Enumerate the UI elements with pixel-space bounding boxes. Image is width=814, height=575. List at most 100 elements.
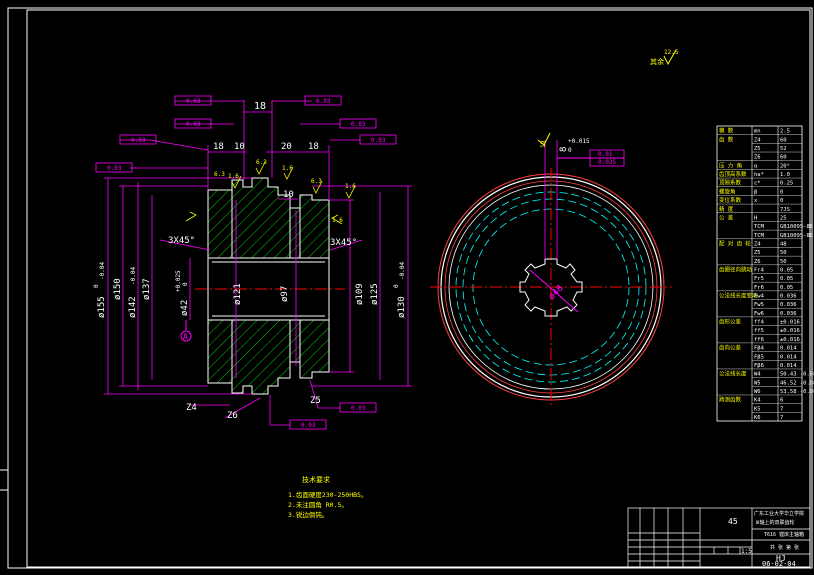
spec-name: 齿顶高系数 [719, 170, 747, 178]
spec-name: 跨测齿数 [719, 396, 742, 404]
dim-d97: ø97 [280, 286, 290, 302]
spec-name: 模 数 [719, 127, 734, 135]
dim-d121: ø121 [233, 283, 243, 305]
spec-name: 变位系数 [719, 196, 742, 204]
spec-name: 齿 数 [719, 135, 734, 143]
spec-name: 齿形公差 [719, 318, 742, 326]
tech-req-line3: 3.锐边倒钝。 [288, 510, 328, 519]
spec-value: 1.0 [780, 172, 790, 178]
chamfer-right: 3X45° [330, 238, 357, 248]
dim-d130-tol: 0 [393, 284, 400, 288]
spec-name: 公 差 [719, 213, 734, 221]
dim-d42: ø42 [180, 300, 190, 316]
spec-value: 60 [780, 155, 787, 161]
spec-value: 60 [780, 137, 787, 143]
spec-value: 20° [780, 163, 790, 169]
spec-symbol: ha* [754, 172, 764, 178]
runout-2: 0.025 [598, 159, 616, 166]
spec-value: 7 [780, 406, 783, 412]
chamfer-left: 3X45° [168, 236, 195, 246]
spec-value: ±0.016 [780, 320, 800, 326]
spec-symbol: K5 [754, 406, 761, 412]
spec-symbol: W6 [754, 389, 761, 395]
dim-text-18: 18 [213, 142, 224, 152]
roughness-symbol [185, 211, 197, 222]
dim-d130: ø130 [397, 296, 407, 318]
gdt-value: 0.03 [107, 165, 122, 172]
spec-name: 配 对 齿 轮 [719, 239, 751, 247]
gdt-value: 0.03 [351, 405, 366, 412]
spec-value: 0.036 [780, 311, 797, 317]
spec-value: 0.014 [780, 346, 797, 352]
spec-value: 50.43 -0.08 [780, 372, 814, 378]
roughness-value: 1.6 [332, 217, 343, 224]
spec-value: 0.25 [780, 181, 793, 187]
spec-symbol: Z4 [754, 137, 761, 143]
spec-name: 公法线长度变动 [719, 292, 758, 300]
spec-value: ±0.016 [780, 337, 800, 343]
dim-text-18: 18 [308, 142, 319, 152]
tb-sheet: 共 张 第 张 [770, 544, 799, 551]
spec-value: 52 [780, 146, 787, 152]
spec-symbol: H [754, 215, 757, 221]
spec-value: GB10095-88 [780, 233, 813, 239]
spec-value: 0.05 [780, 268, 793, 274]
spec-symbol: K6 [754, 415, 761, 421]
outer-frame [7, 7, 813, 569]
spec-name: 齿圈径向跳动 [719, 266, 753, 274]
spec-symbol: Fw4 [754, 294, 765, 300]
spec-symbol: β [754, 189, 758, 195]
roughness-value: 6.3 [256, 159, 267, 166]
spec-value: 0 [780, 189, 783, 195]
dim-d42-tol: +0.025 [175, 270, 182, 292]
spec-symbol: Z6 [754, 259, 761, 265]
spec-name: 精 度 [719, 205, 734, 213]
spec-value: 6 [780, 398, 783, 404]
spec-name: 公法线长度 [719, 370, 747, 378]
dim-d155-tol2: -0.04 [99, 262, 106, 280]
tech-req-line2: 2.未注圆角 R0.5。 [288, 500, 348, 509]
tb-school: 广东工业大学华立学院 [754, 510, 804, 517]
dim-d142-tol: -0.04 [130, 267, 137, 285]
gdt-value: 0.03 [351, 121, 366, 128]
spec-value: 0.014 [780, 363, 797, 369]
section-hatch-upper [207, 177, 330, 259]
dim-d137: ø137 [142, 278, 152, 300]
spec-value: 0.036 [780, 294, 797, 300]
spec-symbol: Z4 [754, 241, 761, 247]
spec-symbol: Fw5 [754, 302, 764, 308]
spec-symbol: K4 [754, 398, 761, 404]
spec-symbol: Z6 [754, 155, 761, 161]
gdt-value: 0.03 [186, 121, 201, 128]
spec-symbol: c* [754, 181, 761, 187]
dim-text-18: 18 [254, 101, 266, 112]
leader-line [149, 139, 209, 151]
drawing-svg: 其余 12.5 0.03 0.03 0.03 0.03 0.03 0.03 0.… [0, 7, 814, 569]
spec-symbol: Z5 [754, 146, 761, 152]
roughness-value: 1.6 [282, 165, 293, 172]
spec-value: 48 [780, 241, 787, 247]
spec-symbol: ff4 [754, 320, 765, 326]
runout-1: 0.01 [598, 151, 613, 158]
tech-req-line1: 1.齿面硬度230-250HBS。 [288, 490, 367, 499]
spec-name: 螺旋角 [719, 187, 736, 195]
label-z6: Z6 [227, 411, 238, 421]
spec-value: 50 [780, 259, 787, 265]
tb-material: 45 [728, 517, 738, 526]
spec-symbol: Fr4 [754, 268, 765, 274]
general-roughness-value: 12.5 [664, 49, 679, 56]
spec-value: 2.5 [780, 129, 790, 135]
spec-value: 0.05 [780, 285, 793, 291]
dim-text-10: 10 [234, 142, 245, 152]
spec-value: 46.52 -0.08 [780, 380, 814, 386]
spec-value: GB10095-88 [780, 224, 813, 230]
dim-d142: ø142 [128, 296, 138, 318]
spec-symbol: TCM [754, 233, 765, 239]
label-z4: Z4 [186, 403, 197, 413]
section-view: 0.03 0.03 0.03 0.03 0.03 0.03 0.03 0.03 … [93, 95, 412, 430]
spec-symbol: ff5 [754, 328, 764, 334]
tb-subtitle: T616 镗床主轴箱 [764, 531, 804, 538]
dim-d42-tol2: 0 [182, 282, 189, 286]
spec-table: 模 数 mn 2.5齿 数 Z4 60Z5 52Z6 60压 力 角 α 20°齿顶高系数 ha*… [716, 125, 814, 422]
spec-symbol: ff6 [754, 337, 764, 343]
